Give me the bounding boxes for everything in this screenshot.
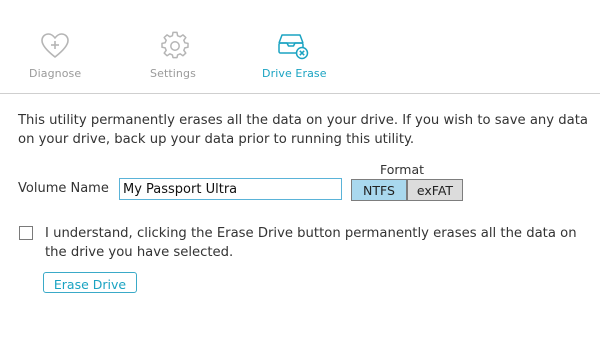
format-label: Format (380, 162, 425, 177)
erase-description: This utility permanently erases all the … (18, 113, 588, 147)
tab-diagnose[interactable]: Diagnose (20, 0, 100, 93)
tab-bar: Diagnose Settings Drive Erase (0, 0, 600, 94)
drive-utility-window: Diagnose Settings Drive Erase This utili… (0, 0, 600, 338)
erase-drive-button[interactable]: Erase Drive (43, 272, 137, 293)
tab-diagnose-label: Diagnose (29, 67, 82, 80)
format-exfat-button[interactable]: exFAT (407, 179, 463, 201)
confirm-text: I understand, clicking the Erase Drive b… (45, 226, 577, 260)
heart-plus-icon (40, 31, 70, 61)
drive-erase-icon (276, 31, 309, 61)
gear-icon (160, 31, 190, 61)
format-ntfs-button[interactable]: NTFS (351, 179, 407, 201)
tab-settings[interactable]: Settings (140, 0, 212, 93)
tab-drive-erase-label: Drive Erase (262, 67, 327, 80)
confirm-checkbox[interactable] (19, 226, 33, 240)
volume-name-input[interactable] (119, 178, 342, 200)
tab-drive-erase[interactable]: Drive Erase (252, 0, 336, 93)
volume-name-label: Volume Name (18, 181, 109, 196)
tab-settings-label: Settings (150, 67, 196, 80)
